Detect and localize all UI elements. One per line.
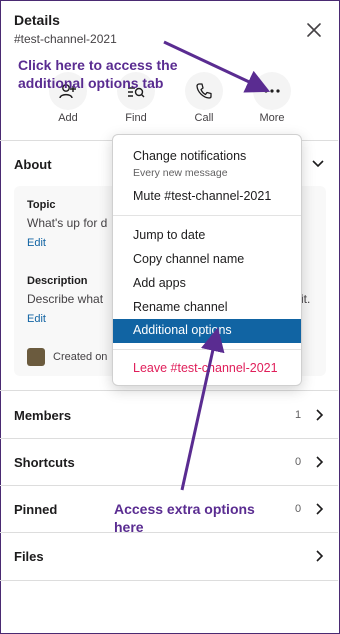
top-annotation-line1: Click here to access the	[18, 57, 178, 73]
bottom-annotation-arrow	[180, 327, 225, 491]
top-annotation-line2: additional options tab	[18, 75, 164, 91]
bottom-annotation: Access extra options here	[114, 500, 255, 536]
top-annotation-arrow	[163, 40, 271, 93]
top-annotation: Click here to access the additional opti…	[18, 56, 178, 92]
bottom-annotation-line2: here	[114, 519, 144, 535]
bottom-annotation-line1: Access extra options	[114, 501, 255, 517]
annotation-arrows	[163, 40, 271, 491]
